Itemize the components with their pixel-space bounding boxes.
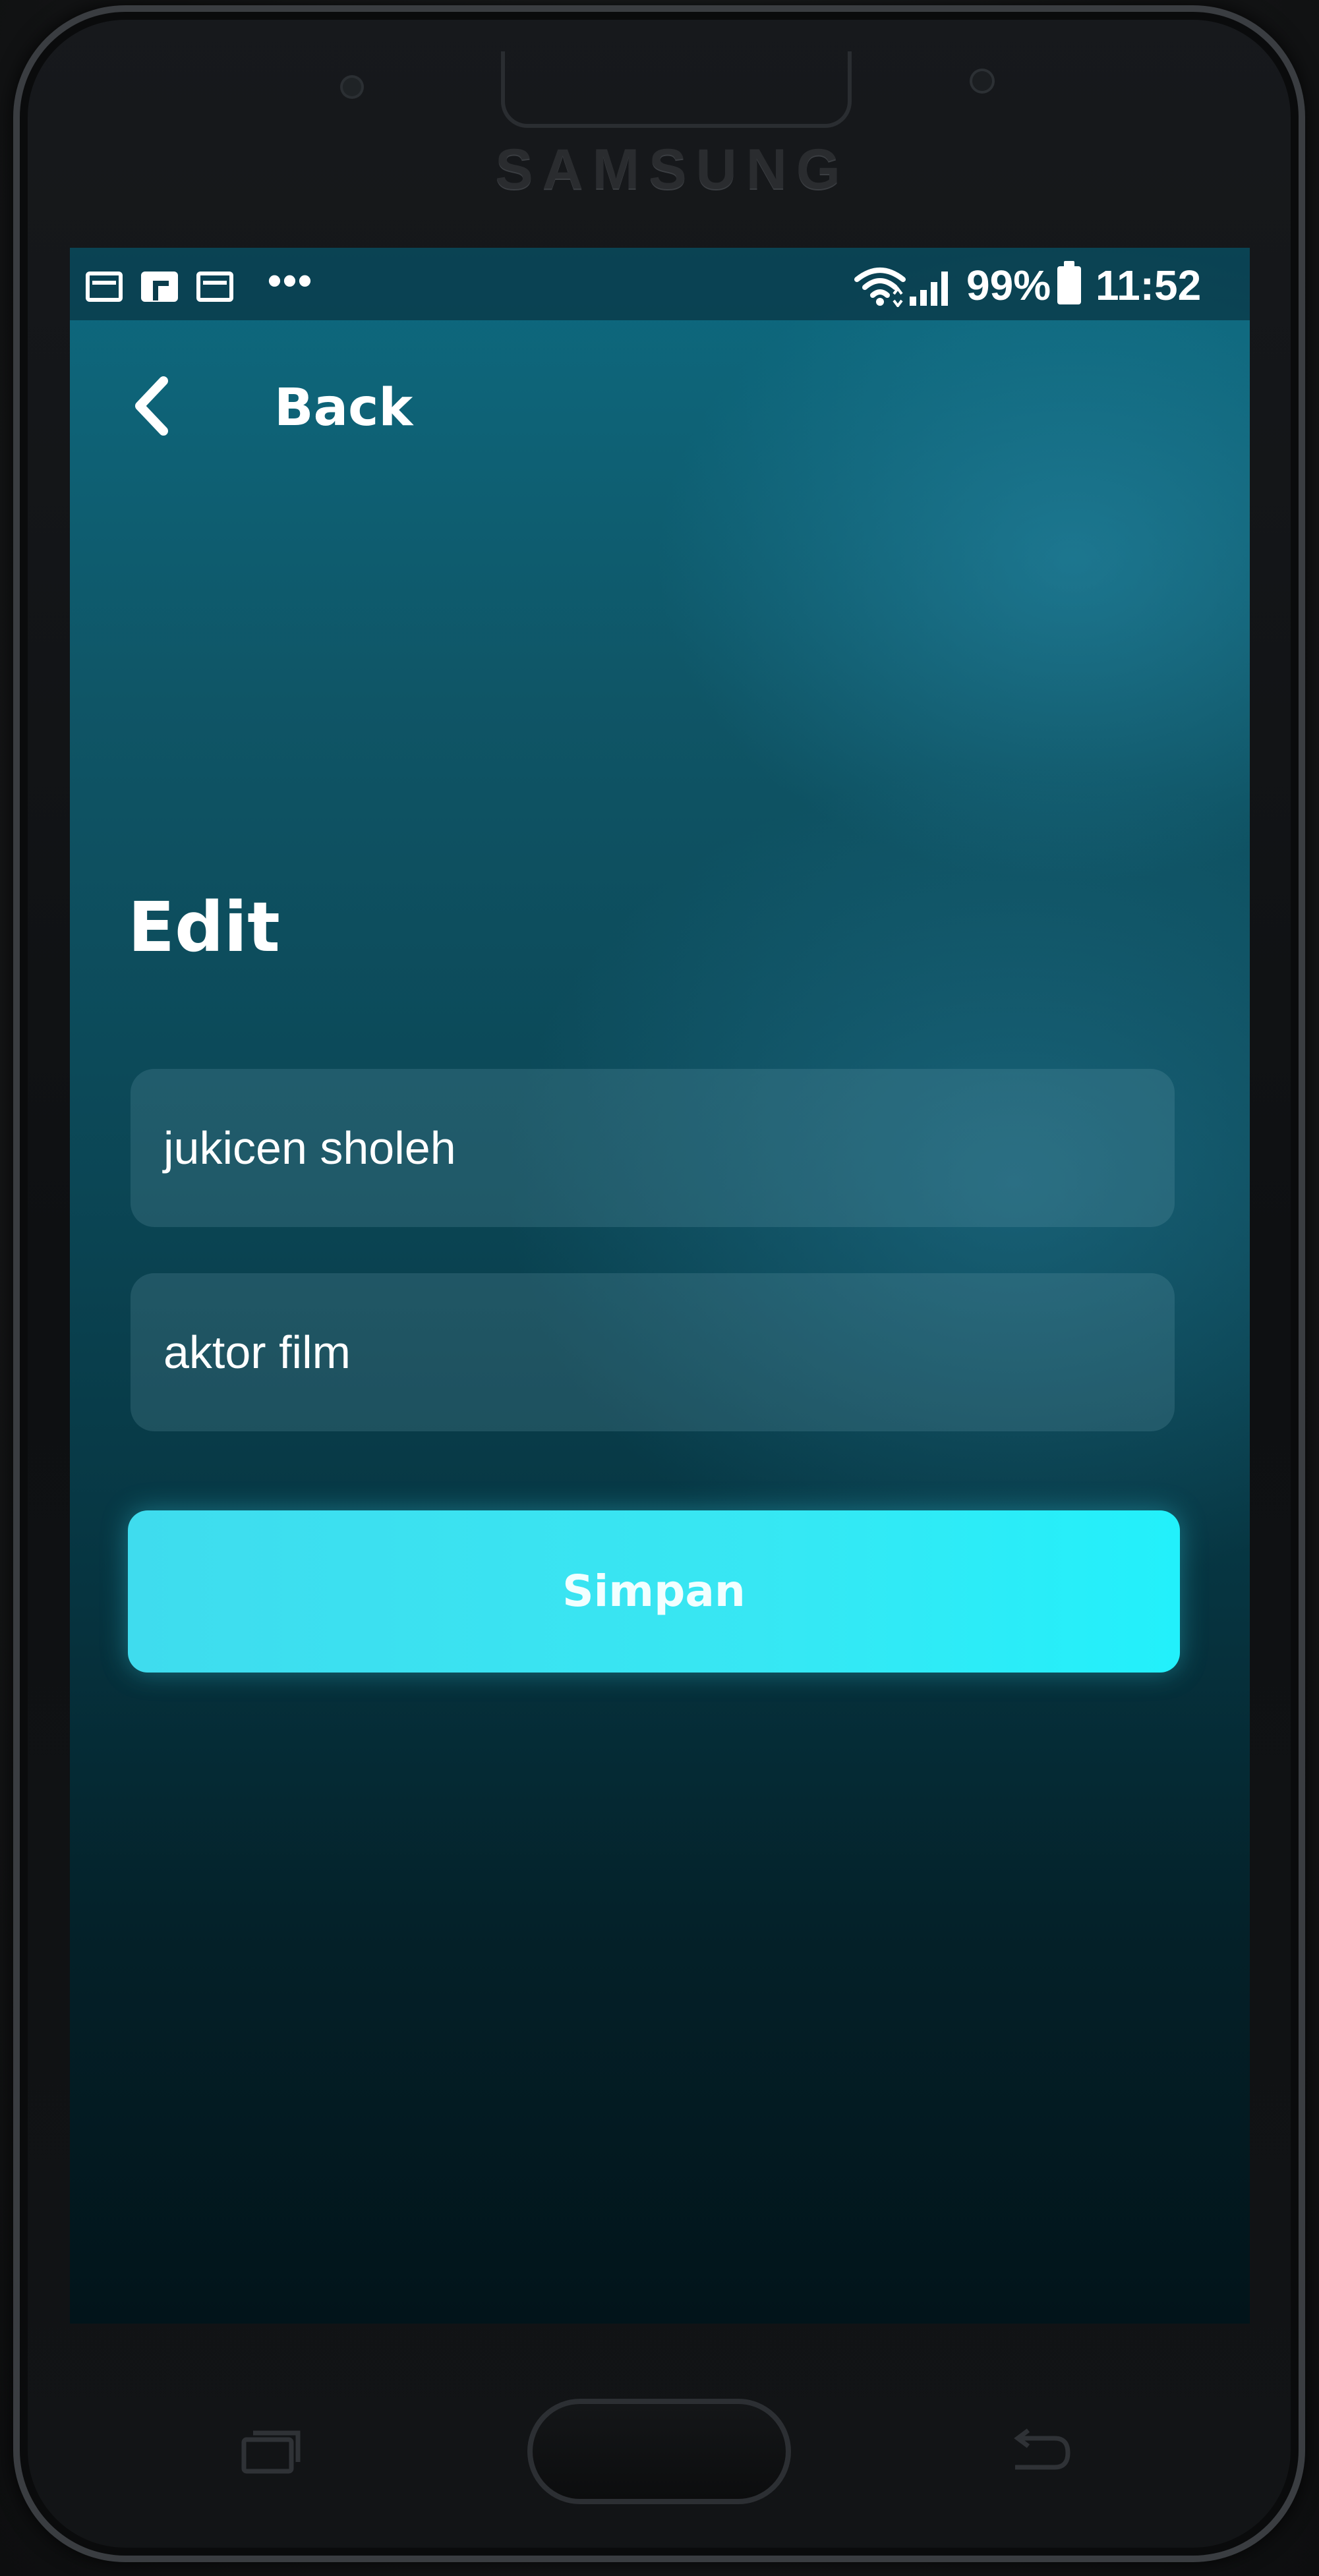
battery-icon bbox=[1057, 261, 1081, 304]
status-time: 11:52 bbox=[1096, 262, 1202, 309]
recent-apps-icon[interactable] bbox=[237, 2425, 303, 2478]
earpiece-speaker bbox=[501, 51, 852, 128]
proximity-sensor bbox=[972, 71, 992, 91]
home-button[interactable] bbox=[527, 2399, 791, 2504]
wifi-icon bbox=[854, 268, 906, 307]
signal-icon bbox=[910, 272, 948, 306]
status-bar: ••• 99% 11:52 bbox=[70, 248, 1250, 320]
back-label: Back bbox=[274, 378, 413, 438]
more-notifications-indicator: ••• bbox=[268, 258, 314, 302]
chevron-left-icon bbox=[135, 376, 168, 436]
calendar-icon bbox=[196, 272, 233, 302]
page-title: Edit bbox=[128, 887, 280, 967]
battery-percentage: 99% bbox=[966, 262, 1051, 309]
name-field[interactable]: jukicen sholeh bbox=[131, 1069, 1175, 1227]
save-button[interactable]: Simpan bbox=[128, 1510, 1180, 1673]
screen: ••• 99% 11:52 Back Edit jukicen sholeh a… bbox=[70, 248, 1250, 2324]
calendar-icon bbox=[86, 272, 123, 302]
flipboard-icon bbox=[141, 272, 178, 302]
back-button[interactable]: Back bbox=[129, 366, 413, 445]
brand-logo: SAMSUNG bbox=[495, 138, 850, 201]
back-key-icon[interactable] bbox=[1002, 2425, 1074, 2478]
front-camera bbox=[343, 78, 361, 96]
role-field[interactable]: aktor film bbox=[131, 1273, 1175, 1431]
